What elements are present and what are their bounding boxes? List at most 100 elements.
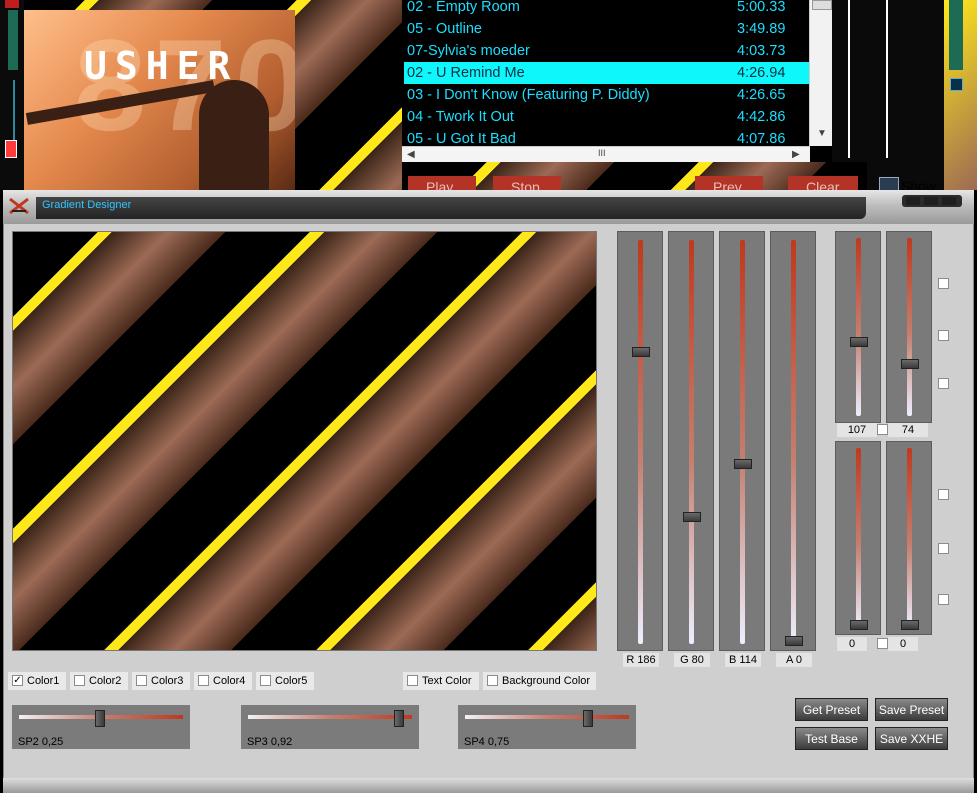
scroll-right-icon[interactable]: ▶ [792, 149, 800, 160]
slider-thumb[interactable] [850, 620, 868, 630]
color-checkbox[interactable] [260, 675, 271, 686]
track-duration: 4:26.65 [737, 87, 786, 103]
playlist-row[interactable]: 05 - Outline 3:49.89 [404, 18, 809, 40]
slider-r[interactable] [617, 231, 663, 651]
slider-thumb[interactable] [394, 710, 404, 727]
small-slider-bottom-value: 0 [837, 637, 867, 651]
playlist-vertical-scrollbar[interactable]: ▼ [809, 0, 832, 146]
maximize-icon[interactable] [924, 197, 938, 205]
slider-b-value: B 114 [725, 653, 761, 667]
playlist-row[interactable]: 07-Sylvia's moeder 4:03.73 [404, 40, 809, 62]
hscroll-thumb-grip[interactable]: III [598, 148, 606, 158]
option-checkbox-2[interactable] [938, 330, 949, 341]
text-color-label: Text Color [422, 675, 472, 687]
slider-track [791, 240, 796, 644]
color-option[interactable]: Color3 [132, 672, 190, 690]
playlist[interactable]: 02 - Empty Room 5:00.33 05 - Outline 3:49.8… [402, 0, 832, 162]
slider-track [689, 240, 694, 644]
track-duration: 4:26.94 [737, 65, 786, 81]
slider-track [907, 238, 912, 416]
link-checkbox-bottom[interactable] [877, 638, 888, 649]
playlist-horizontal-scrollbar[interactable]: ◀ III ▶ [402, 146, 810, 163]
get-preset-button[interactable]: Get Preset [795, 698, 868, 721]
small-slider-bottom[interactable] [886, 441, 932, 635]
playlist-row[interactable]: 03 - I Don't Know (Featuring P. Diddy) 4:… [404, 84, 809, 106]
slider-thumb[interactable] [632, 347, 650, 357]
background-color-checkbox[interactable] [487, 675, 498, 686]
stop-slider[interactable]: SP4 0,75 [458, 705, 636, 749]
option-checkbox-3[interactable] [938, 378, 949, 389]
album-art: 8701 USHER [24, 10, 295, 190]
stop-slider-value: SP2 0,25 [18, 736, 64, 748]
slider-thumb[interactable] [583, 710, 593, 727]
slider-thumb[interactable] [95, 710, 105, 727]
scroll-down-icon[interactable]: ▼ [817, 128, 827, 139]
option-checkbox-6[interactable] [938, 594, 949, 605]
color-checkbox[interactable] [74, 675, 85, 686]
vscroll-thumb[interactable] [812, 0, 832, 10]
background-color-option[interactable]: Background Color [483, 672, 596, 690]
stop-slider-value: SP3 0,92 [247, 736, 293, 748]
option-checkbox-5[interactable] [938, 543, 949, 554]
color-checkbox[interactable] [198, 675, 209, 686]
small-slider-top[interactable] [835, 231, 881, 423]
text-color-option[interactable]: Text Color [403, 672, 479, 690]
save-preset-button[interactable]: Save Preset [875, 698, 948, 721]
dialog-title: Gradient Designer [42, 199, 132, 211]
slider-track [856, 448, 861, 628]
panel-indicator [5, 0, 19, 8]
slider-thumb[interactable] [850, 337, 868, 347]
slider-track [856, 238, 861, 416]
stop-slider[interactable]: SP3 0,92 [241, 705, 419, 749]
playlist-row[interactable]: 02 - Empty Room 5:00.33 [404, 0, 809, 18]
color-option[interactable]: Color4 [194, 672, 252, 690]
option-checkbox-1[interactable] [938, 278, 949, 289]
save-xxhe-button[interactable]: Save XXHE [875, 727, 948, 750]
small-slider-bottom[interactable] [835, 441, 881, 635]
playlist-row[interactable]: 04 - Twork It Out 4:42.86 [404, 106, 809, 128]
color-checkbox[interactable]: ✓ [12, 675, 23, 686]
slider-thumb[interactable] [901, 620, 919, 630]
text-color-checkbox[interactable] [407, 675, 418, 686]
track-duration: 5:00.33 [737, 0, 786, 15]
slider-a-value: A 0 [776, 653, 812, 667]
color-label: Color5 [275, 675, 308, 687]
small-slider-top[interactable] [886, 231, 932, 423]
track-duration: 3:49.89 [737, 21, 786, 37]
app-icon [8, 197, 30, 215]
right-indicator [950, 78, 963, 91]
color-label: Color3 [151, 675, 184, 687]
track-title: 03 - I Don't Know (Featuring P. Diddy) [407, 87, 650, 103]
stop-slider-value: SP4 0,75 [464, 736, 510, 748]
link-checkbox-top[interactable] [877, 424, 888, 435]
track-title: 05 - Outline [407, 21, 482, 37]
slider-g[interactable] [668, 231, 714, 651]
dialog-bottom-edge [3, 778, 974, 793]
background-color-label: Background Color [502, 675, 591, 687]
scroll-left-icon[interactable]: ◀ [407, 149, 415, 160]
window-controls[interactable] [902, 195, 962, 207]
slider-thumb[interactable] [785, 636, 803, 646]
left-panel-strip [0, 0, 24, 190]
minimize-icon[interactable] [906, 197, 920, 205]
volume-handle[interactable] [5, 140, 17, 158]
slider-track [740, 240, 745, 644]
option-checkbox-4[interactable] [938, 489, 949, 500]
color-checkbox[interactable] [136, 675, 147, 686]
playlist-row[interactable]: 02 - U Remind Me 4:26.94 [404, 62, 809, 84]
test-base-button[interactable]: Test Base [795, 727, 868, 750]
color-option[interactable]: Color2 [70, 672, 128, 690]
stop-slider[interactable]: SP2 0,25 [12, 705, 190, 749]
slider-b[interactable] [719, 231, 765, 651]
slider-thumb[interactable] [901, 359, 919, 369]
track-title: 02 - Empty Room [407, 0, 520, 15]
close-icon[interactable] [942, 197, 956, 205]
slider-thumb[interactable] [683, 512, 701, 522]
color-option[interactable]: ✓ Color1 [8, 672, 66, 690]
small-slider-top-value: 107 [837, 423, 877, 437]
color-label: Color2 [89, 675, 122, 687]
color-option[interactable]: Color5 [256, 672, 314, 690]
title-strip [36, 197, 866, 219]
slider-thumb[interactable] [734, 459, 752, 469]
slider-a[interactable] [770, 231, 816, 651]
